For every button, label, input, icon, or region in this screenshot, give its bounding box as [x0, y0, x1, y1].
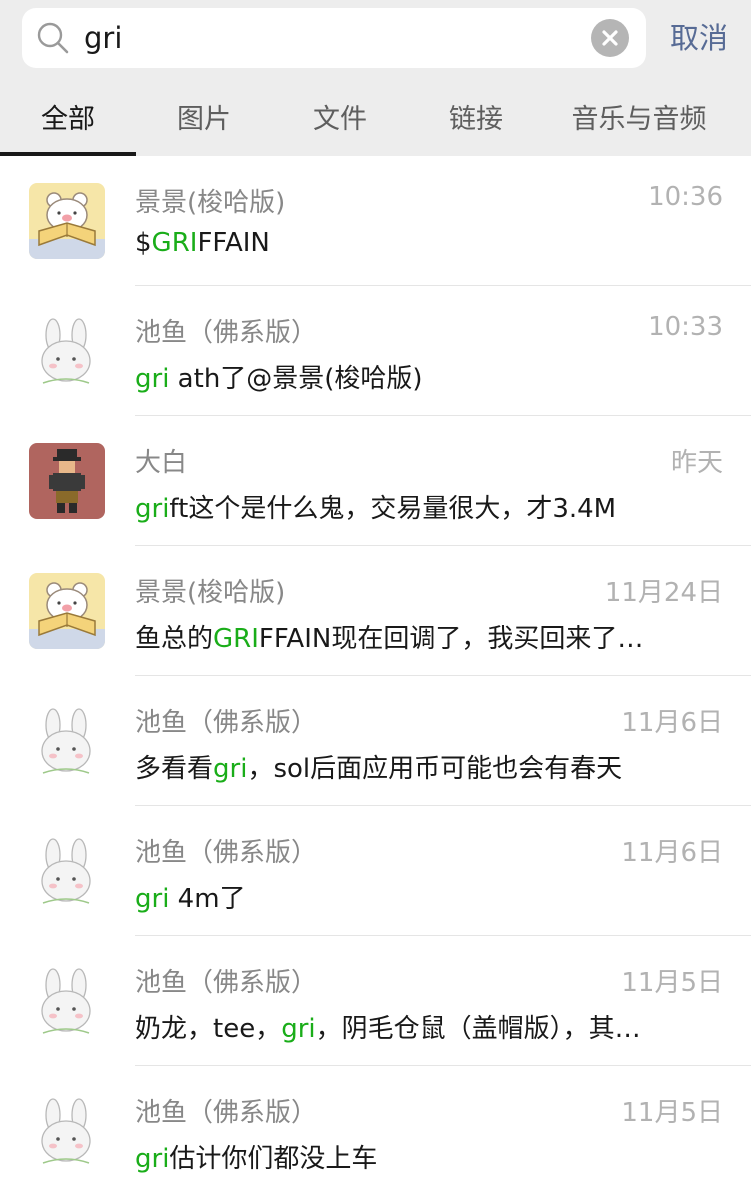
message-snippet: 多看看gri，sol后面应用币可能也会有春天 [135, 754, 623, 784]
list-item[interactable]: 景景(梭哈版) 10:36 $GRIFFAIN [0, 156, 751, 286]
tab-images[interactable]: 图片 [136, 84, 272, 156]
pixel-character-avatar [29, 443, 105, 519]
sender-name: 池鱼（佛系版） [135, 838, 318, 868]
list-item[interactable]: 景景(梭哈版) 11月24日 鱼总的GRIFFAIN现在回调了，我买回来了… [0, 546, 751, 676]
message-snippet: gri 4m了 [135, 884, 246, 914]
match-highlight: gri [135, 494, 170, 524]
message-snippet: gri ath了@景景(梭哈版) [135, 364, 423, 394]
message-time: 11月6日 [621, 708, 723, 738]
list-item[interactable]: 池鱼（佛系版） 11月5日 gri估计你们都没上车 [0, 1066, 751, 1196]
bunny-avatar [29, 313, 105, 389]
message-time: 10:33 [648, 312, 723, 342]
match-highlight: gri [135, 1144, 170, 1174]
match-highlight: gri [135, 884, 170, 914]
sender-name: 池鱼（佛系版） [135, 708, 318, 738]
bunny-avatar [29, 833, 105, 909]
bunny-avatar [29, 963, 105, 1039]
match-highlight: gri [281, 1014, 316, 1044]
sender-name: 池鱼（佛系版） [135, 1098, 318, 1128]
tab-all[interactable]: 全部 [0, 84, 136, 156]
search-bar: gri 取消 [0, 0, 751, 84]
search-query[interactable]: gri [84, 8, 122, 68]
message-time: 11月5日 [621, 968, 723, 998]
cancel-button[interactable]: 取消 [670, 8, 728, 68]
message-time: 10:36 [648, 182, 723, 212]
match-highlight: gri [135, 364, 170, 394]
message-snippet: 鱼总的GRIFFAIN现在回调了，我买回来了… [135, 624, 644, 654]
list-item[interactable]: 大白 昨天 grift这个是什么鬼，交易量很大，才3.4M [0, 416, 751, 546]
tab-music-audio[interactable]: 音乐与音频 [544, 84, 734, 156]
tab-links[interactable]: 链接 [408, 84, 544, 156]
message-time: 11月5日 [621, 1098, 723, 1128]
search-results-list: 景景(梭哈版) 10:36 $GRIFFAIN 池鱼（佛系版） 10:33 gr… [0, 156, 751, 1200]
match-highlight: GRI [151, 228, 198, 258]
bear-reading-avatar [29, 573, 105, 649]
list-item[interactable]: 池鱼（佛系版） 10:33 gri ath了@景景(梭哈版) [0, 286, 751, 416]
list-item[interactable]: 池鱼（佛系版） 11月6日 gri 4m了 [0, 806, 751, 936]
clear-search-button[interactable] [591, 19, 629, 57]
message-time: 11月6日 [621, 838, 723, 868]
message-snippet: gri估计你们都没上车 [135, 1144, 378, 1174]
sender-name: 景景(梭哈版) [135, 578, 286, 608]
match-highlight: GRI [213, 624, 259, 654]
bunny-avatar [29, 1093, 105, 1169]
bear-reading-avatar [29, 183, 105, 259]
sender-name: 池鱼（佛系版） [135, 968, 318, 998]
sender-name: 大白 [135, 448, 188, 478]
search-input[interactable]: gri [22, 8, 646, 68]
tab-files[interactable]: 文件 [272, 84, 408, 156]
match-highlight: gri [213, 754, 248, 784]
list-item[interactable]: 池鱼（佛系版） 11月5日 奶龙，tee，gri，阴毛仓鼠（盖帽版），其… [0, 936, 751, 1066]
search-icon [37, 22, 69, 54]
sender-name: 景景(梭哈版) [135, 188, 286, 218]
sender-name: 池鱼（佛系版） [135, 318, 318, 348]
message-time: 昨天 [670, 448, 723, 478]
filter-tabs: 全部 图片 文件 链接 音乐与音频 [0, 84, 751, 156]
list-item[interactable]: 池鱼（佛系版） 11月6日 多看看gri，sol后面应用币可能也会有春天 [0, 676, 751, 806]
message-snippet: grift这个是什么鬼，交易量很大，才3.4M [135, 494, 617, 524]
close-icon [602, 30, 618, 46]
bunny-avatar [29, 703, 105, 779]
message-snippet: $GRIFFAIN [135, 228, 270, 258]
message-time: 11月24日 [604, 578, 723, 608]
message-snippet: 奶龙，tee，gri，阴毛仓鼠（盖帽版），其… [135, 1014, 641, 1044]
